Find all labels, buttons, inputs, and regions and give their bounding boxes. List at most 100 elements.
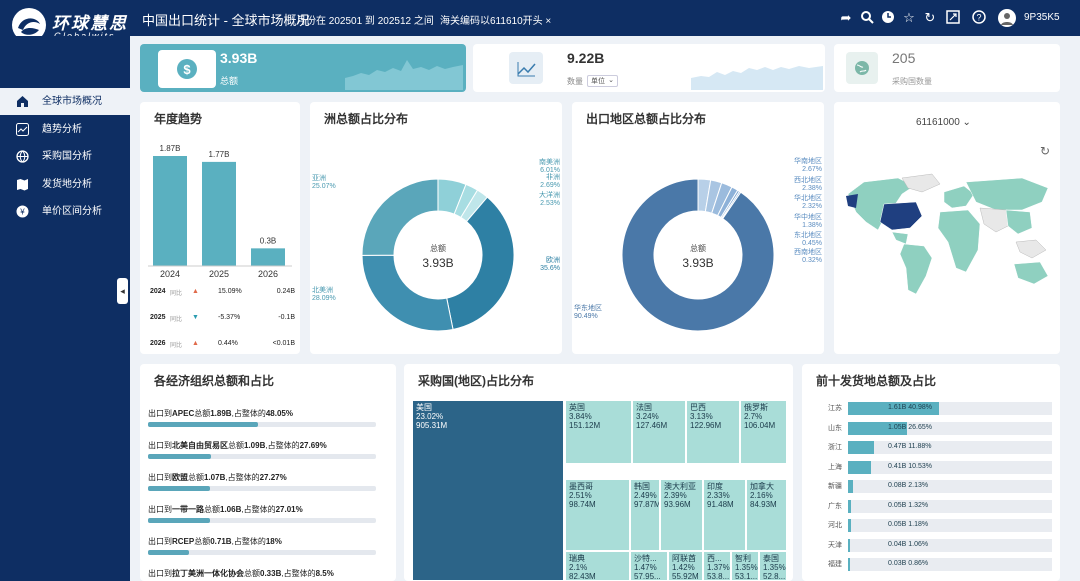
donut-label-pct: 2.32% bbox=[802, 203, 822, 210]
ranking-row[interactable]: 天津 0.04B 1.06% bbox=[812, 538, 1052, 552]
treemap-cell-pct: 1.42% bbox=[672, 563, 695, 572]
treemap-cell[interactable]: 巴西 3.13% 122.96M bbox=[686, 400, 740, 464]
treemap-cell-pct: 2.16% bbox=[750, 491, 773, 500]
row-change: 15.09% bbox=[218, 288, 242, 295]
econ-progress-fill bbox=[148, 422, 258, 427]
ranking-row[interactable]: 浙江 0.47B 11.88% bbox=[812, 441, 1052, 454]
sidebar-item-market-overview[interactable]: 全球市场概况 bbox=[0, 88, 130, 115]
ranking-track: 0.03B 0.86% bbox=[848, 558, 1052, 571]
ranking-pct: 1.32% bbox=[908, 501, 929, 509]
treemap-cell-name: 西... bbox=[707, 554, 722, 563]
treemap-cell[interactable]: 美国 23.02% 905.31M bbox=[412, 400, 564, 581]
treemap-cell[interactable]: 韩国 2.49% 97.87M bbox=[630, 479, 660, 551]
refresh-icon[interactable]: ↻ bbox=[922, 10, 938, 26]
donut-label-pct: 2.53% bbox=[540, 200, 560, 207]
ranking-row[interactable]: 新疆 0.08B 2.13% bbox=[812, 480, 1052, 493]
help-icon[interactable]: ? bbox=[971, 10, 987, 26]
econ-org-row: 出口到拉丁美洲一体化协会总额0.33B,占整体的8.5% bbox=[148, 568, 334, 579]
hs-code-value: 61161000 bbox=[916, 117, 960, 128]
search-icon[interactable] bbox=[859, 10, 875, 26]
treemap-cell[interactable]: 英国 3.84% 151.12M bbox=[565, 400, 632, 464]
globe-icon bbox=[846, 52, 878, 84]
row-delta: <0.01B bbox=[272, 340, 295, 347]
compare-label: 同比 bbox=[170, 291, 183, 297]
treemap-cell[interactable]: 西... 1.37% 53.8... bbox=[703, 551, 731, 581]
ranking-name: 广东 bbox=[828, 502, 842, 510]
treemap-cell[interactable]: 俄罗斯 2.7% 106.04M bbox=[740, 400, 787, 464]
svg-text:?: ? bbox=[976, 13, 981, 23]
donut-label-name: 华中地区 bbox=[794, 212, 822, 221]
code-filter-tag[interactable]: 海关编码以611610开头 × bbox=[440, 12, 551, 27]
econ-org: 一带一路 bbox=[172, 505, 204, 514]
star-icon[interactable]: ☆ bbox=[901, 10, 917, 26]
sidebar-item-trend[interactable]: 趋势分析 bbox=[0, 116, 130, 143]
treemap-cell-pct: 2.51% bbox=[569, 491, 592, 500]
ranking-name: 江苏 bbox=[828, 405, 842, 412]
user-name[interactable]: 9P35K5 bbox=[1024, 12, 1060, 23]
row-delta: 0.24B bbox=[276, 288, 295, 295]
sidebar-item-origin[interactable]: 发货地分析 bbox=[0, 171, 130, 198]
treemap-cell-val: 91.48M bbox=[707, 500, 734, 509]
ranking-pct: 1.06% bbox=[908, 540, 929, 548]
ranking-row[interactable]: 广东 0.05B 1.32% bbox=[812, 499, 1052, 513]
treemap-cell[interactable]: 瑞典 2.1% 82.43M bbox=[565, 551, 630, 581]
date-filter[interactable]: 月份在 202501 到 202512 之间 bbox=[296, 12, 434, 27]
treemap-cell-name: 阿联酋 bbox=[672, 554, 696, 563]
ranking-fill bbox=[848, 538, 851, 552]
kpi-qty-value: 9.22B bbox=[567, 50, 605, 66]
treemap-cell-val: 55.92M bbox=[672, 572, 699, 581]
ranking-row[interactable]: 上海 0.41B 10.53% bbox=[812, 460, 1052, 474]
share-icon[interactable]: ➦ bbox=[838, 10, 854, 26]
treemap-cell[interactable]: 阿联酋 1.42% 55.92M bbox=[668, 551, 703, 581]
treemap-cell[interactable]: 沙特... 1.47% 57.95... bbox=[630, 551, 668, 581]
sidebar-collapse-button[interactable]: ◂ bbox=[117, 278, 128, 304]
treemap-cell[interactable]: 墨西哥 2.51% 98.74M bbox=[565, 479, 630, 551]
hs-code-select[interactable]: 61161000 ⌄ bbox=[916, 117, 971, 128]
page-title: 中国出口统计 - 全球市场概况 bbox=[142, 13, 310, 28]
ranking-row[interactable]: 江苏 1.61B 40.98% bbox=[812, 402, 1052, 415]
sidebar-item-price-range[interactable]: ¥ 单价区间分析 bbox=[0, 198, 130, 225]
treemap-cell[interactable]: 印度 2.33% 91.48M bbox=[703, 479, 746, 551]
econ-pct: 27.69% bbox=[299, 441, 327, 450]
econ-post: ,占整体的 bbox=[241, 505, 276, 514]
treemap-title: 采购国(地区)占比分布 bbox=[418, 374, 534, 388]
econ-val: 0.33B bbox=[260, 569, 282, 578]
annual-bar-label: 1.87B bbox=[160, 144, 181, 153]
ranking-row[interactable]: 福建 0.03B 0.86% bbox=[812, 558, 1052, 571]
treemap-cell-val: 53.1... bbox=[735, 572, 758, 581]
treemap-cell-name: 美国 bbox=[416, 403, 432, 412]
treemap-cell[interactable]: 法国 3.24% 127.46M bbox=[632, 400, 686, 464]
treemap-cell[interactable]: 加拿大 2.16% 84.93M bbox=[746, 479, 787, 551]
ranking-value: 0.05B 1.18% bbox=[888, 521, 928, 528]
annual-year-label: 2024 bbox=[160, 269, 180, 279]
sidebar-item-buyer-country[interactable]: 采购国分析 bbox=[0, 143, 130, 170]
ranking-row[interactable]: 河北 0.05B 1.18% bbox=[812, 519, 1052, 532]
donut-label-pct: 2.69% bbox=[540, 182, 560, 189]
ranking-title: 前十发货地总额及占比 bbox=[816, 374, 937, 388]
treemap-cell-name: 沙特... bbox=[634, 554, 657, 563]
econ-post: ,占整体的 bbox=[231, 537, 266, 546]
econ-val: 1.89B bbox=[210, 409, 232, 418]
annual-bar-label: 0.3B bbox=[260, 236, 276, 245]
treemap-card: 采购国(地区)占比分布 美国 23.02% 905.31M 英国 3.84% 151.12… bbox=[404, 364, 793, 581]
ranking-value: 0.03B 0.86% bbox=[888, 560, 928, 567]
donut-center-label: 总额 bbox=[690, 243, 706, 253]
econ-pre: 出口到 bbox=[148, 409, 172, 418]
econ-post: ,占整体的 bbox=[265, 441, 300, 450]
econ-pre: 出口到 bbox=[148, 505, 172, 514]
coin-icon: ¥ bbox=[16, 205, 29, 218]
treemap-cell[interactable]: 智利 1.35% 53.1... bbox=[731, 551, 759, 581]
ranking-row[interactable]: 山东 1.05B 26.65% bbox=[812, 421, 1052, 435]
treemap-cell[interactable]: 澳大利亚 2.39% 93.96M bbox=[660, 479, 703, 551]
ranking-name: 天津 bbox=[828, 541, 842, 549]
annual-trend-card: 年度趋势 1.87B 2024 1.77B 2025 0.3B 2026 2024 同比 ▲ 1… bbox=[140, 102, 300, 354]
treemap-cell[interactable]: 泰国 1.35% 52.8... bbox=[759, 551, 787, 581]
refresh-icon[interactable]: ↻ bbox=[1040, 144, 1050, 158]
clock-icon[interactable] bbox=[880, 10, 896, 26]
globe-icon bbox=[16, 150, 29, 163]
avatar[interactable] bbox=[998, 9, 1016, 27]
close-icon[interactable]: × bbox=[545, 16, 551, 27]
fullscreen-icon[interactable] bbox=[945, 10, 961, 26]
donut-label-name: 南美洲 bbox=[539, 157, 560, 166]
unit-select[interactable]: 单位 ⌄ bbox=[587, 75, 618, 87]
